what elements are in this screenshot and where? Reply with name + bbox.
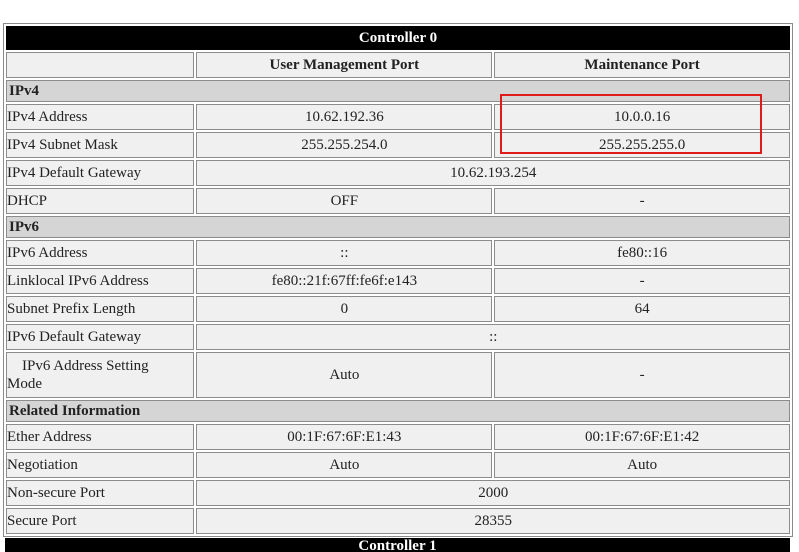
ipv6-gateway-value: :: — [196, 324, 790, 350]
table-row: DHCP OFF - — [6, 188, 790, 214]
section-related-information: Related Information — [6, 400, 790, 422]
table-row: Linklocal IPv6 Address fe80::21f:67ff:fe… — [6, 268, 790, 294]
table-row: IPv6 Default Gateway :: — [6, 324, 790, 350]
table-row: IPv4 Default Gateway 10.62.193.254 — [6, 160, 790, 186]
non-secure-port-value: 2000 — [196, 480, 790, 506]
column-header-maintenance-port: Maintenance Port — [494, 52, 790, 78]
ipv4-gateway-value: 10.62.193.254 — [196, 160, 790, 186]
table-row: IPv6 Address :: fe80::16 — [6, 240, 790, 266]
prefix-user: 0 — [196, 296, 493, 322]
ether-maint: 00:1F:67:6F:E1:42 — [494, 424, 790, 450]
table-row: Negotiation Auto Auto — [6, 452, 790, 478]
row-label-address-setting-mode: IPv6 Address Setting Mode — [6, 352, 195, 398]
controller-0-table: Controller 0 User Management Port Mainte… — [4, 24, 792, 536]
dhcp-maint: - — [494, 188, 790, 214]
row-label-ipv4-gateway: IPv4 Default Gateway — [6, 160, 195, 186]
header-blank-cell — [6, 52, 195, 78]
address-mode-maint: - — [494, 352, 790, 398]
controller-title: Controller 0 — [6, 26, 790, 50]
row-label-prefix-length: Subnet Prefix Length — [6, 296, 195, 322]
row-label-ipv6-gateway: IPv6 Default Gateway — [6, 324, 195, 350]
row-label-ether-address: Ether Address — [6, 424, 195, 450]
table-row: Subnet Prefix Length 0 64 — [6, 296, 790, 322]
negotiation-user: Auto — [196, 452, 493, 478]
row-label-ipv4-subnet-mask: IPv4 Subnet Mask — [6, 132, 195, 158]
column-header-user-port: User Management Port — [196, 52, 493, 78]
controller-0-panel: Controller 0 User Management Port Mainte… — [3, 23, 793, 537]
table-row: IPv4 Subnet Mask 255.255.254.0 255.255.2… — [6, 132, 790, 158]
table-row: IPv6 Address Setting Mode Auto - — [6, 352, 790, 398]
row-label-negotiation: Negotiation — [6, 452, 195, 478]
linklocal-maint: - — [494, 268, 790, 294]
ipv6-address-maint: fe80::16 — [494, 240, 790, 266]
negotiation-maint: Auto — [494, 452, 790, 478]
row-label-ipv4-address: IPv4 Address — [6, 104, 195, 130]
secure-port-value: 28355 — [196, 508, 790, 534]
linklocal-user: fe80::21f:67ff:fe6f:e143 — [196, 268, 493, 294]
dhcp-user: OFF — [196, 188, 493, 214]
table-row: Non-secure Port 2000 — [6, 480, 790, 506]
ipv6-address-user: :: — [196, 240, 493, 266]
row-label-secure-port: Secure Port — [6, 508, 195, 534]
ether-user: 00:1F:67:6F:E1:43 — [196, 424, 493, 450]
row-label-ipv6-address: IPv6 Address — [6, 240, 195, 266]
table-row: Ether Address 00:1F:67:6F:E1:43 00:1F:67… — [6, 424, 790, 450]
prefix-maint: 64 — [494, 296, 790, 322]
address-mode-user: Auto — [196, 352, 493, 398]
section-ipv6: IPv6 — [6, 216, 790, 238]
table-row: Secure Port 28355 — [6, 508, 790, 534]
ipv4-address-maint: 10.0.0.16 — [494, 104, 790, 130]
row-label-dhcp: DHCP — [6, 188, 195, 214]
ipv4-subnet-maint: 255.255.255.0 — [494, 132, 790, 158]
row-label-non-secure-port: Non-secure Port — [6, 480, 195, 506]
address-setting-mode-line1: IPv6 Address Setting — [22, 358, 149, 374]
row-label-linklocal: Linklocal IPv6 Address — [6, 268, 195, 294]
address-setting-mode-line2: Mode — [7, 376, 42, 392]
table-row: IPv4 Address 10.62.192.36 10.0.0.16 — [6, 104, 790, 130]
ipv4-address-user: 10.62.192.36 — [196, 104, 493, 130]
section-ipv4: IPv4 — [6, 80, 790, 102]
next-controller-title: Controller 1 — [5, 538, 790, 552]
ipv4-subnet-user: 255.255.254.0 — [196, 132, 493, 158]
